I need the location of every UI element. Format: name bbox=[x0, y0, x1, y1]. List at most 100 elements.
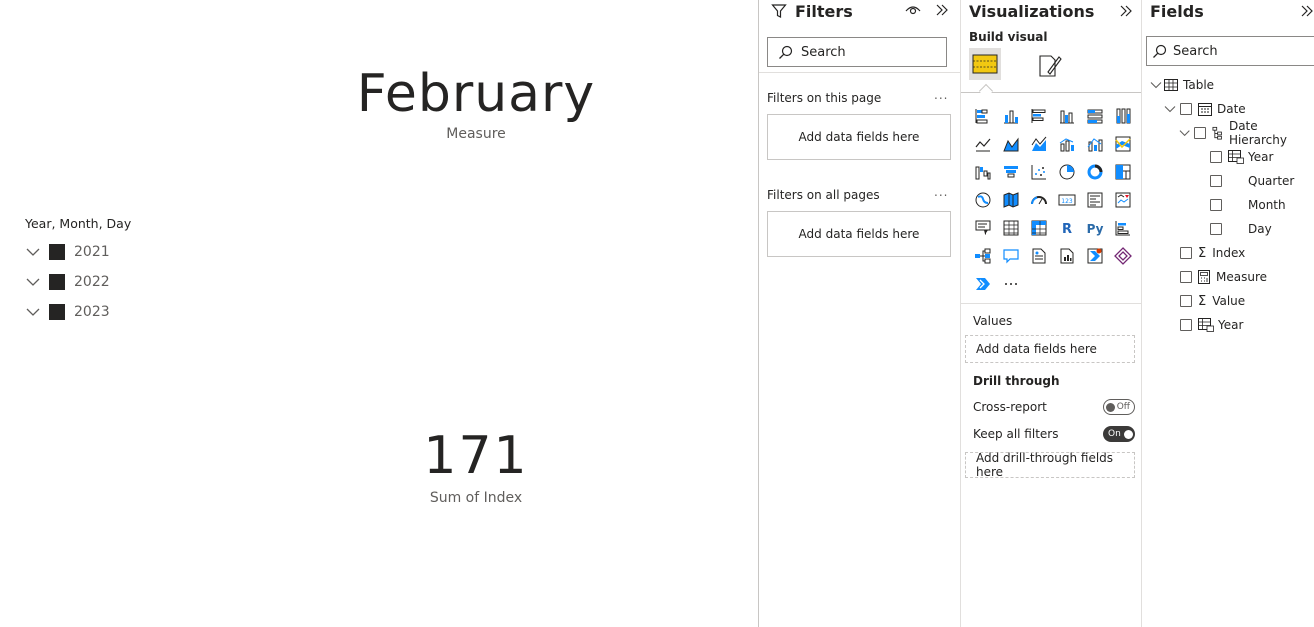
checkbox-checked[interactable] bbox=[49, 304, 65, 320]
checkbox-checked[interactable] bbox=[49, 274, 65, 290]
stacked-bar-chart-icon[interactable] bbox=[969, 102, 997, 130]
search-placeholder: Search bbox=[1173, 43, 1218, 59]
map-icon[interactable] bbox=[969, 186, 997, 214]
tab-pointer bbox=[978, 83, 994, 99]
field-checkbox[interactable] bbox=[1210, 223, 1222, 235]
drill-through-dropzone[interactable]: Add drill-through fields here bbox=[965, 451, 1135, 479]
kpi-icon[interactable] bbox=[1109, 186, 1137, 214]
clustered-bar-chart-icon[interactable] bbox=[1025, 102, 1053, 130]
tree-hierarchy-day[interactable]: Day bbox=[1210, 219, 1272, 239]
line-stacked-column-icon[interactable] bbox=[1053, 130, 1081, 158]
slicer-item[interactable]: 2023 bbox=[25, 297, 225, 327]
key-influencers-icon[interactable] bbox=[1109, 214, 1137, 242]
tree-hierarchy-month[interactable]: Month bbox=[1210, 195, 1286, 215]
values-dropzone[interactable]: Add data fields here bbox=[965, 335, 1135, 363]
chevron-down-icon[interactable] bbox=[25, 304, 41, 320]
field-checkbox[interactable] bbox=[1180, 247, 1192, 259]
tree-date[interactable]: Date bbox=[1164, 99, 1246, 119]
card-visual-month[interactable]: February Measure bbox=[296, 60, 656, 142]
filters-search-input[interactable]: Search bbox=[767, 37, 947, 67]
matrix-icon[interactable] bbox=[1025, 214, 1053, 242]
field-checkbox[interactable] bbox=[1210, 151, 1222, 163]
more-visuals-chevron-icon[interactable] bbox=[969, 270, 997, 298]
funnel-icon[interactable] bbox=[997, 158, 1025, 186]
pie-chart-icon[interactable] bbox=[1053, 158, 1081, 186]
cross-report-toggle[interactable]: Off bbox=[1103, 399, 1135, 415]
tree-index[interactable]: Σ Index bbox=[1180, 243, 1245, 263]
slicer-item[interactable]: 2021 bbox=[25, 237, 225, 267]
donut-chart-icon[interactable] bbox=[1081, 158, 1109, 186]
fields-title: Fields bbox=[1150, 2, 1204, 21]
filled-map-icon[interactable] bbox=[997, 186, 1025, 214]
fields-search-input[interactable]: Search bbox=[1146, 36, 1314, 66]
more-options-icon[interactable]: ... bbox=[934, 185, 948, 199]
power-apps-icon[interactable] bbox=[1109, 242, 1137, 270]
field-checkbox[interactable] bbox=[1194, 127, 1206, 139]
python-visual-icon[interactable]: Py bbox=[1081, 214, 1109, 242]
tree-hierarchy-quarter[interactable]: Quarter bbox=[1210, 171, 1294, 191]
100-stacked-column-chart-icon[interactable] bbox=[1109, 102, 1137, 130]
filters-all-dropzone[interactable]: Add data fields here bbox=[767, 211, 951, 257]
stacked-area-chart-icon[interactable] bbox=[1025, 130, 1053, 158]
decomposition-tree-icon[interactable] bbox=[969, 242, 997, 270]
tree-table[interactable]: Table bbox=[1150, 75, 1214, 95]
waterfall-chart-icon[interactable] bbox=[969, 158, 997, 186]
tree-year[interactable]: Year bbox=[1180, 315, 1243, 335]
paginated-report-icon[interactable] bbox=[1053, 242, 1081, 270]
tree-value[interactable]: Σ Value bbox=[1180, 291, 1245, 311]
clustered-column-chart-icon[interactable] bbox=[1053, 102, 1081, 130]
smart-narrative-icon[interactable] bbox=[1025, 242, 1053, 270]
tree-label: Measure bbox=[1216, 270, 1267, 284]
format-visual-icon[interactable] bbox=[1037, 52, 1063, 78]
tree-measure[interactable]: Measure bbox=[1180, 267, 1267, 287]
card-icon[interactable]: 123 bbox=[1053, 186, 1081, 214]
area-chart-icon[interactable] bbox=[997, 130, 1025, 158]
chevron-down-icon[interactable] bbox=[1179, 127, 1190, 139]
line-clustered-column-icon[interactable] bbox=[1081, 130, 1109, 158]
field-checkbox[interactable] bbox=[1180, 103, 1192, 115]
tree-date-hierarchy[interactable]: Date Hierarchy bbox=[1179, 119, 1314, 147]
tree-label: Month bbox=[1248, 198, 1286, 212]
field-checkbox[interactable] bbox=[1180, 271, 1192, 283]
qa-icon[interactable] bbox=[997, 242, 1025, 270]
table-icon[interactable] bbox=[997, 214, 1025, 242]
slicer-icon[interactable] bbox=[969, 214, 997, 242]
slicer-item[interactable]: 2022 bbox=[25, 267, 225, 297]
collapse-pane-icon[interactable] bbox=[935, 3, 949, 17]
field-checkbox[interactable] bbox=[1210, 199, 1222, 211]
multirow-card-icon[interactable] bbox=[1081, 186, 1109, 214]
card-visual-index[interactable]: 171 Sum of Index bbox=[296, 424, 656, 506]
keep-filters-toggle[interactable]: On bbox=[1103, 426, 1135, 442]
field-checkbox[interactable] bbox=[1180, 319, 1192, 331]
chevron-down-icon[interactable] bbox=[25, 244, 41, 260]
chevron-down-icon[interactable] bbox=[1150, 79, 1162, 91]
stacked-column-chart-icon[interactable] bbox=[997, 102, 1025, 130]
treemap-icon[interactable] bbox=[1109, 158, 1137, 186]
table-fields-icon bbox=[972, 54, 998, 74]
sigma-icon: Σ bbox=[1198, 293, 1207, 309]
card-label: Measure bbox=[446, 126, 506, 142]
line-chart-icon[interactable] bbox=[969, 130, 997, 158]
field-checkbox[interactable] bbox=[1210, 175, 1222, 187]
build-visual-tab[interactable] bbox=[969, 48, 1001, 80]
chevron-down-icon[interactable] bbox=[1164, 103, 1176, 115]
date-slicer[interactable]: Year, Month, Day 2021 2022 2023 bbox=[25, 216, 225, 327]
tree-hierarchy-year[interactable]: Year bbox=[1210, 147, 1273, 167]
chevron-down-icon[interactable] bbox=[25, 274, 41, 290]
ribbon-chart-icon[interactable] bbox=[1109, 130, 1137, 158]
r-visual-icon[interactable]: R bbox=[1053, 214, 1081, 242]
more-options-icon[interactable]: ... bbox=[934, 88, 948, 102]
field-checkbox[interactable] bbox=[1180, 295, 1192, 307]
power-automate-icon[interactable] bbox=[1081, 242, 1109, 270]
collapse-pane-icon[interactable] bbox=[1300, 4, 1314, 18]
toggle-state: On bbox=[1108, 429, 1121, 439]
svg-text:R: R bbox=[1062, 222, 1072, 237]
collapse-pane-icon[interactable] bbox=[1119, 4, 1133, 18]
eye-icon[interactable] bbox=[905, 4, 921, 16]
more-icon[interactable] bbox=[997, 270, 1025, 298]
scatter-chart-icon[interactable] bbox=[1025, 158, 1053, 186]
filters-page-dropzone[interactable]: Add data fields here bbox=[767, 114, 951, 160]
100-stacked-bar-chart-icon[interactable] bbox=[1081, 102, 1109, 130]
checkbox-checked[interactable] bbox=[49, 244, 65, 260]
gauge-icon[interactable] bbox=[1025, 186, 1053, 214]
